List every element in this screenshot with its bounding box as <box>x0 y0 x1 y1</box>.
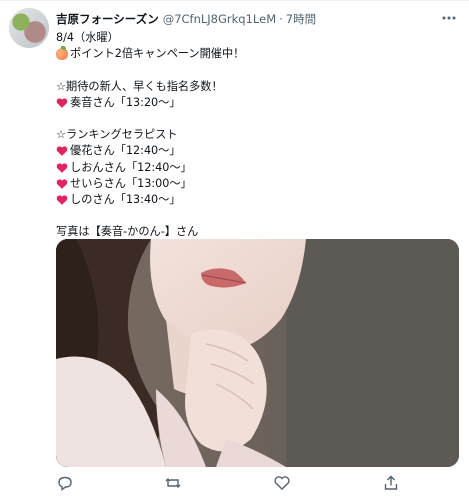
divider <box>0 0 469 1</box>
tweet-line-seira: せいらさん「13:00～」 <box>56 176 456 192</box>
author-name[interactable]: 吉原フォーシーズン <box>56 11 159 27</box>
tweet[interactable]: 吉原フォーシーズン @7CfnLJ8Grkq1LeM · 7時間 8/4（水曜）… <box>0 0 469 500</box>
tweet-line-kanon: 奏音さん「13:20～」 <box>56 95 456 111</box>
heart-icon <box>56 146 68 157</box>
heart-icon <box>56 98 68 108</box>
tweet-line-ranking-heading: ☆ランキングセラピスト <box>56 128 178 142</box>
author-handle[interactable]: @7CfnLJ8Grkq1LeM <box>163 12 276 26</box>
timestamp[interactable]: 7時間 <box>286 11 316 27</box>
tweet-text: 8/4（水曜） ポイント2倍キャンペーン開催中！ ☆期待の新人、早くも指名多数！… <box>56 30 456 240</box>
tweet-line-date: 8/4（水曜） <box>56 31 119 44</box>
tweet-line-shion: しおんさん「12:40～」 <box>56 160 456 176</box>
tweet-photo[interactable] <box>56 239 459 467</box>
tweet-line-newcomer-heading: ☆期待の新人、早くも指名多数！ <box>56 79 223 93</box>
tweet-line-yuka: 優花さん「12:40～」 <box>56 143 456 159</box>
retweet-icon[interactable] <box>164 474 182 492</box>
tweet-header: 吉原フォーシーズン @7CfnLJ8Grkq1LeM · 7時間 <box>56 10 316 28</box>
reply-icon[interactable] <box>56 474 74 492</box>
heart-icon[interactable] <box>273 474 291 492</box>
more-icon[interactable] <box>441 10 457 26</box>
heart-icon <box>56 195 68 205</box>
peach-icon <box>56 46 68 61</box>
heart-icon <box>56 163 68 173</box>
avatar[interactable] <box>9 8 49 48</box>
tweet-actions <box>56 474 456 494</box>
share-icon[interactable] <box>382 474 400 492</box>
separator: · <box>279 12 283 26</box>
heart-icon <box>56 179 68 189</box>
tweet-line-campaign: ポイント2倍キャンペーン開催中！ <box>56 46 456 62</box>
tweet-line-shino: しのさん「13:40～」 <box>56 192 456 208</box>
tweet-line-photo-credit: 写真は【奏音-かのん-】さん <box>56 225 199 239</box>
